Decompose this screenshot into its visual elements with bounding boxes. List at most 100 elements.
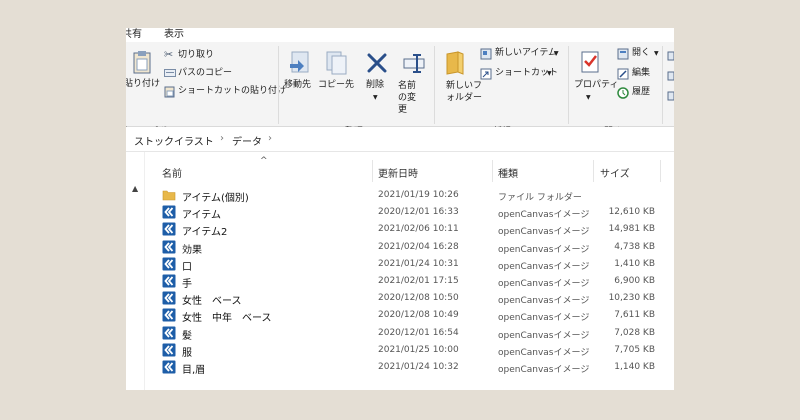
file-name: 手 <box>182 279 192 290</box>
file-type: openCanvasイメージ <box>498 210 590 221</box>
file-name: 女性 ベース <box>182 296 242 308</box>
column-divider[interactable] <box>593 160 594 182</box>
properties-icon <box>581 51 599 73</box>
file-size: 12,610 KB <box>608 207 655 218</box>
file-type: openCanvasイメージ <box>498 296 590 307</box>
breadcrumb-separator: › <box>268 133 272 144</box>
file-type: openCanvasイメージ <box>498 347 590 358</box>
file-name: 口 <box>182 261 192 273</box>
copy-to-icon <box>326 51 347 75</box>
edit-icon <box>617 68 629 80</box>
file-row[interactable]: 女性 中年 ベース 2020/12/08 10:49 openCanvasイメージ 7… <box>160 307 660 324</box>
rename-icon <box>403 54 425 73</box>
new-folder-label: 新しいフォルダー <box>446 81 483 103</box>
column-header-type[interactable]: 種類 <box>498 165 518 180</box>
file-row[interactable]: 手 2021/02/01 17:15 openCanvasイメージ 6,900 KB <box>160 273 660 290</box>
column-header-size[interactable]: サイズ <box>600 165 630 180</box>
properties-label: プロパティ <box>574 80 619 90</box>
file-row[interactable]: 効果 2021/02/04 16:28 openCanvasイメージ 4,738 KB <box>160 239 660 256</box>
file-row[interactable]: 目,眉 2021/01/24 10:32 openCanvasイメージ 1,140 K… <box>160 359 660 376</box>
file-date: 2020/12/01 16:54 <box>378 327 459 338</box>
explorer-window: 共有 表示 貼り付け ✂ 切り取り パスのコピー ショートカットの貼り付け 移動… <box>126 28 674 390</box>
shortcut-icon <box>480 68 492 80</box>
chevron-down-icon: ▼ <box>547 70 552 77</box>
file-name: 髪 <box>182 330 192 342</box>
file-row[interactable]: 服 2021/01/25 10:00 openCanvasイメージ 7,705 KB <box>160 342 660 359</box>
breadcrumb-item[interactable]: データ <box>232 133 262 148</box>
file-type: openCanvasイメージ <box>498 313 590 324</box>
file-size: 7,028 KB <box>614 327 655 338</box>
paste-label: 貼り付け <box>126 79 161 89</box>
file-size: 1,410 KB <box>614 258 655 269</box>
file-date: 2021/02/01 17:15 <box>378 276 459 286</box>
breadcrumb-separator: › <box>220 133 224 144</box>
file-row[interactable]: 髪 2020/12/01 16:54 openCanvasイメージ 7,028 KB <box>160 325 660 342</box>
file-size: 1,140 KB <box>614 362 655 372</box>
new-folder-icon <box>446 51 464 75</box>
open-icon <box>617 48 629 60</box>
column-header-date[interactable]: 更新日時 <box>378 165 418 180</box>
file-size: 7,705 KB <box>614 344 655 355</box>
edit-label: 編集 <box>632 68 651 78</box>
chevron-down-icon: ▼ <box>586 94 591 101</box>
file-name: 効果 <box>182 244 202 256</box>
file-name: アイテム2 <box>182 227 228 239</box>
opencanvas-file-icon <box>162 326 176 340</box>
file-name: 目,眉 <box>182 365 206 376</box>
file-date: 2021/01/25 10:00 <box>378 344 459 355</box>
ribbon-tab-bar: 共有 表示 <box>126 28 674 42</box>
file-row[interactable]: 女性 ベース 2020/12/08 10:50 openCanvasイメージ 10,2… <box>160 290 660 307</box>
clipboard-paste-icon <box>133 51 151 74</box>
scissors-icon: ✂ <box>164 48 174 61</box>
file-size: 10,230 KB <box>608 293 655 304</box>
copy-to-label: コピー先 <box>318 80 355 90</box>
tab-share[interactable]: 共有 <box>126 28 142 42</box>
file-date: 2020/12/01 16:33 <box>378 207 459 218</box>
file-type: openCanvasイメージ <box>498 365 590 375</box>
file-row[interactable]: アイテム(個別) 2021/01/19 10:26 ファイル フォルダー <box>160 187 660 204</box>
file-row[interactable]: 口 2021/01/24 10:31 openCanvasイメージ 1,410 KB <box>160 256 660 273</box>
column-divider[interactable] <box>660 160 661 182</box>
move-to-label: 移動先 <box>284 80 312 90</box>
file-name: 女性 中年 ベース <box>182 313 272 325</box>
copy-path-label: パスのコピー <box>178 68 233 78</box>
opencanvas-file-icon <box>162 205 176 219</box>
opencanvas-file-icon <box>162 343 176 357</box>
delete-label: 削除 <box>366 80 385 90</box>
paste-shortcut-icon <box>164 86 175 98</box>
breadcrumb-item[interactable]: ストックイラスト <box>134 133 214 148</box>
folder-icon <box>162 190 176 201</box>
column-divider[interactable] <box>492 160 493 182</box>
opencanvas-file-icon <box>162 257 176 271</box>
file-type: ファイル フォルダー <box>498 193 582 203</box>
file-size: 4,738 KB <box>614 241 655 252</box>
column-divider[interactable] <box>372 160 373 182</box>
file-date: 2021/02/04 16:28 <box>378 241 459 252</box>
cut-label: 切り取り <box>178 50 215 60</box>
ribbon-divider <box>662 46 663 124</box>
file-size: 14,981 KB <box>608 224 655 235</box>
file-row[interactable]: アイテム2 2021/02/06 10:11 openCanvasイメージ 14,98… <box>160 221 660 238</box>
file-size: 7,611 KB <box>614 310 655 321</box>
file-type: openCanvasイメージ <box>498 330 590 341</box>
opencanvas-file-icon <box>162 360 176 374</box>
column-header-name[interactable]: 名前 <box>162 165 182 180</box>
file-date: 2021/01/19 10:26 <box>378 190 459 200</box>
path-copy-icon <box>164 69 176 77</box>
file-type: openCanvasイメージ <box>498 261 590 272</box>
move-to-icon <box>290 51 309 73</box>
file-date: 2020/12/08 10:49 <box>378 310 459 321</box>
ribbon-divider <box>568 46 569 124</box>
ribbon-divider <box>434 46 435 124</box>
history-label: 履歴 <box>632 87 651 97</box>
address-bar[interactable]: › ストックイラスト › データ › <box>126 127 674 152</box>
file-date: 2021/02/06 10:11 <box>378 224 459 235</box>
file-row[interactable]: アイテム 2020/12/01 16:33 openCanvasイメージ 12,610… <box>160 204 660 221</box>
tab-view[interactable]: 表示 <box>164 28 184 42</box>
opencanvas-file-icon <box>162 291 176 305</box>
column-headers: ^ 名前 更新日時 種類 サイズ <box>126 156 674 182</box>
file-date: 2021/01/24 10:32 <box>378 362 459 372</box>
file-name: アイテム <box>182 210 221 222</box>
new-item-label: 新しいアイテム <box>495 48 558 58</box>
file-type: openCanvasイメージ <box>498 227 590 238</box>
